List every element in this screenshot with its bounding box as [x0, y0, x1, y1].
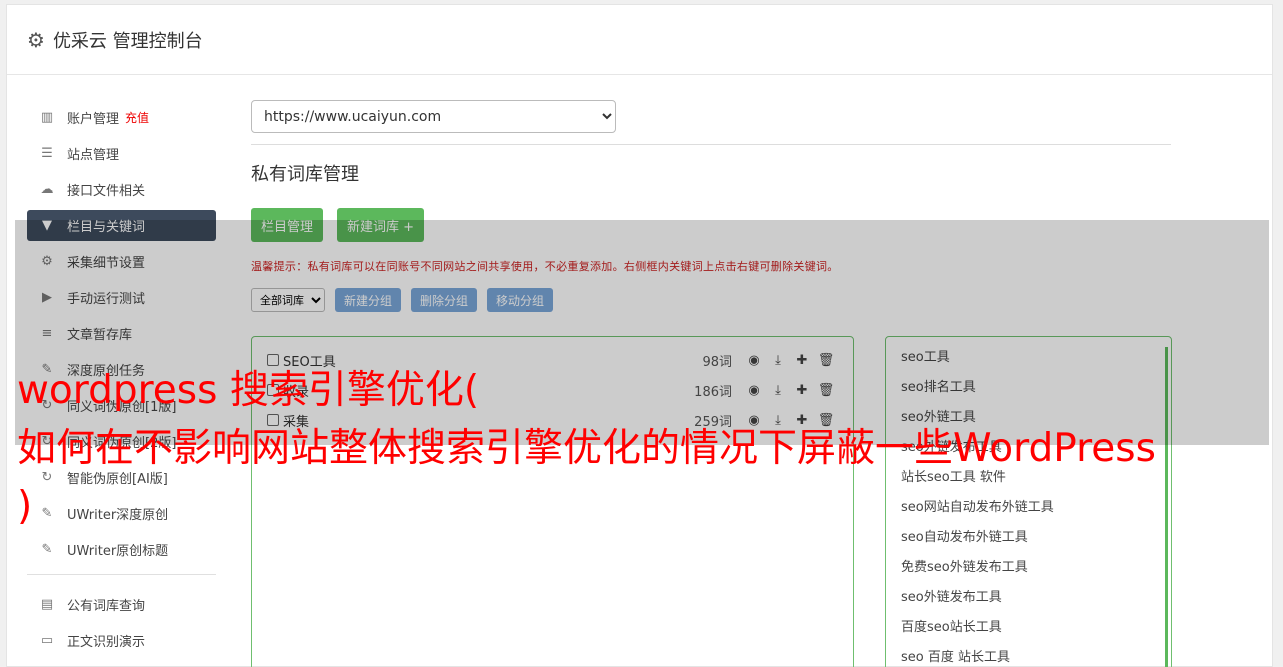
server-icon: ☰: [41, 146, 53, 161]
bar-chart-icon: ▥: [40, 110, 54, 125]
sidebar-item-sites[interactable]: ☰ 站点管理: [27, 138, 216, 169]
keyword-item[interactable]: seo 百度 站长工具: [901, 643, 1156, 667]
sidebar-item-label: 接口文件相关: [67, 184, 146, 199]
keyword-item[interactable]: 百度seo站长工具: [901, 613, 1156, 643]
book-icon: ▤: [40, 597, 54, 612]
cloud-upload-icon: ☁: [40, 182, 54, 197]
page-title: 私有词库管理: [251, 164, 359, 185]
keyword-item[interactable]: 免费seo外链发布工具: [901, 553, 1156, 583]
recharge-link[interactable]: 充值: [125, 109, 149, 126]
sidebar-item-label: UWriter原创标题: [67, 544, 169, 559]
gear-icon: ⚙: [27, 27, 45, 52]
sidebar-item-label: 公有词库查询: [67, 599, 146, 614]
keyword-item[interactable]: seo外链发布工具: [901, 583, 1156, 613]
sidebar-divider: [27, 574, 216, 575]
sidebar-item-label: 正文识别演示: [67, 635, 146, 650]
top-bar: ⚙ 优采云 管理控制台: [7, 5, 1272, 75]
overlay-headline: wordpress 搜索引擎优化( 如何在不影响网站整体搜索引擎优化的情况下屏蔽…: [17, 368, 1156, 529]
sidebar-item-account[interactable]: ▥ 账户管理 充值: [27, 102, 216, 133]
divider: [251, 144, 1171, 145]
app-title: 优采云 管理控制台: [52, 30, 203, 52]
sidebar-item-text-recognition[interactable]: ▭ 正文识别演示: [27, 625, 216, 656]
sidebar-item-public-library[interactable]: ▤ 公有词库查询: [27, 589, 216, 620]
site-select[interactable]: https://www.ucaiyun.com: [251, 100, 616, 133]
sidebar-item-api-files[interactable]: ☁ 接口文件相关: [27, 174, 216, 205]
monitor-icon: ▭: [40, 633, 54, 648]
sidebar-item-label: 账户管理: [67, 112, 120, 127]
edit-icon: ✎: [41, 542, 53, 557]
sidebar-item-uwriter-title[interactable]: ✎ UWriter原创标题: [27, 534, 216, 565]
sidebar-item-label: 站点管理: [67, 148, 120, 163]
